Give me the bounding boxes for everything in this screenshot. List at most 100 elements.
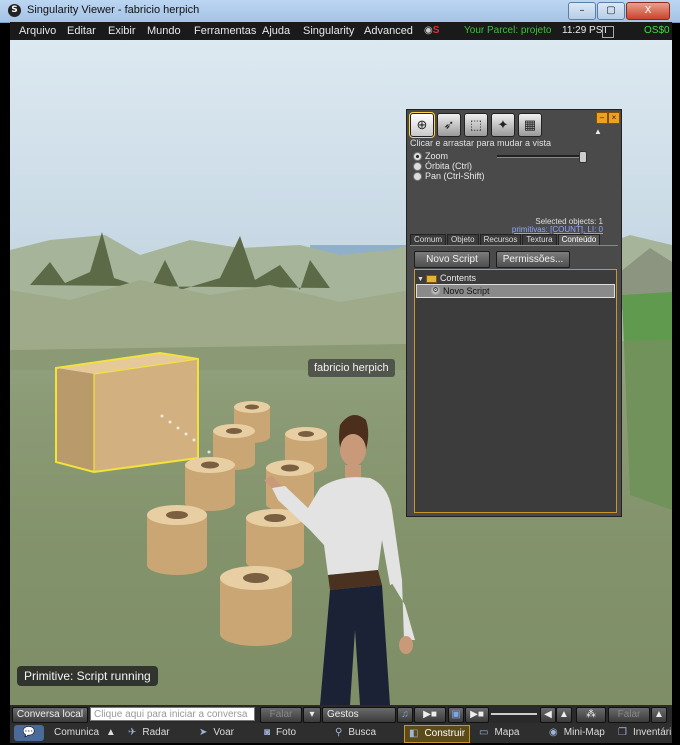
edit-tool-icon[interactable]: ⬚ xyxy=(464,113,488,137)
tree-item-new-script[interactable]: ⚙ Novo Script xyxy=(416,284,615,298)
tab-recursos[interactable]: Recursos xyxy=(479,234,522,245)
search-icon: ⚲ xyxy=(335,727,343,738)
cylinder[interactable] xyxy=(147,505,207,575)
tab-objeto[interactable]: Objeto xyxy=(447,234,479,245)
build-tabs: Comum Objeto Recursos Textura Conteúdo xyxy=(410,234,601,245)
selected-cube[interactable] xyxy=(55,351,199,474)
foto-label: Foto xyxy=(276,727,297,738)
toolbar-comunica[interactable]: Comunica ▲ xyxy=(54,725,116,741)
build-icon: ◧ xyxy=(409,728,419,739)
balance-value[interactable]: OS$0 xyxy=(644,25,670,36)
speak-voice-button[interactable]: Falar xyxy=(608,707,650,723)
pan-label: Pan (Ctrl-Shift) xyxy=(425,171,485,181)
minimap-icon: ◉ xyxy=(549,727,558,738)
tab-textura[interactable]: Textura xyxy=(522,234,557,245)
menu-arquivo[interactable]: Arquivo xyxy=(19,25,56,37)
mapa-label: Mapa xyxy=(494,727,520,738)
status-toast: Primitive: Script running xyxy=(17,666,158,686)
construir-label: Construir xyxy=(424,728,466,739)
toolbar-radar[interactable]: ✈ Radar xyxy=(128,725,170,741)
tree-item-label: Novo Script xyxy=(443,286,490,296)
menu-ferramentas[interactable]: Ferramentas xyxy=(194,25,256,37)
toolbar-mini-map[interactable]: ◉ Mini-Map xyxy=(549,725,605,741)
create-tool-icon[interactable]: ✦ xyxy=(491,113,515,137)
minimize-button[interactable]: – xyxy=(568,2,596,20)
cylinder[interactable] xyxy=(185,457,235,511)
toolbar-inventario[interactable]: ❐ Inventári xyxy=(618,725,671,741)
tab-divider xyxy=(410,245,618,246)
menu-singularity[interactable]: Singularity xyxy=(303,25,354,37)
inventory-icon: ❐ xyxy=(618,727,627,738)
menu-mundo[interactable]: Mundo xyxy=(147,25,181,37)
media-controls[interactable]: ▶■ xyxy=(465,707,489,723)
toolbar-foto[interactable]: ◙ Foto xyxy=(264,725,296,741)
folder-icon xyxy=(425,274,437,283)
contents-folder-label: Contents xyxy=(439,273,476,283)
parcel-name[interactable]: Your Parcel: projeto xyxy=(464,25,551,36)
expand-arrow-icon[interactable]: ▼ xyxy=(417,276,424,283)
mini-map-label: Mini-Map xyxy=(563,727,605,738)
tab-conteudo[interactable]: Conteúdo xyxy=(557,234,601,245)
chat-bar: Conversa local Clique aqui para iniciar … xyxy=(10,705,672,723)
voice-expand-icon[interactable]: ▲ xyxy=(651,707,667,723)
land-tool-icon[interactable]: ▦ xyxy=(518,113,542,137)
menu-advanced[interactable]: Advanced xyxy=(364,25,413,37)
singularity-logo-icon: S xyxy=(8,4,21,17)
voice-icon[interactable]: ⁂ xyxy=(576,707,606,723)
new-script-button[interactable]: Novo Script xyxy=(414,251,490,268)
voar-label: Voar xyxy=(213,727,234,738)
collapse-arrow-icon[interactable]: ▲ xyxy=(594,127,602,136)
lock-icon[interactable] xyxy=(602,26,614,38)
close-button[interactable]: X xyxy=(626,2,670,20)
contents-tree[interactable]: ▼ Contents ⚙ Novo Script xyxy=(414,269,617,513)
volume-slider[interactable] xyxy=(491,713,537,715)
focus-tool-icon[interactable]: ⊕ xyxy=(409,112,435,138)
pan-radio[interactable] xyxy=(413,172,422,181)
toolbar-mapa[interactable]: ▭ Mapa xyxy=(479,725,519,741)
move-tool-icon[interactable]: ➶ xyxy=(437,113,461,137)
chat-input[interactable]: Clique aqui para iniciar a conversa xyxy=(90,707,255,721)
media-icon[interactable]: ▣ xyxy=(448,707,464,723)
music-icon[interactable]: ♫ xyxy=(397,707,413,723)
music-controls[interactable]: ▶■ xyxy=(414,707,446,723)
hint-text: Clicar e arrastar para mudar a vista xyxy=(410,138,552,148)
local-chat-button[interactable]: Conversa local xyxy=(12,707,88,723)
tab-comum[interactable]: Comum xyxy=(410,234,447,245)
gestures-dropdown[interactable]: Gestos xyxy=(322,707,396,723)
radar-label: Radar xyxy=(142,727,170,738)
menu-ajuda[interactable]: Ajuda xyxy=(262,25,290,37)
menu-bar: Arquivo Editar Exibir Mundo Ferramentas … xyxy=(10,22,672,40)
toolbar-busca[interactable]: ⚲ Busca xyxy=(335,725,376,741)
volume-icon[interactable]: ◀ xyxy=(540,707,556,723)
toolbar-voar[interactable]: ➤ Voar xyxy=(199,725,234,741)
map-icon: ▭ xyxy=(479,727,489,738)
minimize-floater-button[interactable]: – xyxy=(596,112,608,124)
speak-button[interactable]: Falar xyxy=(260,707,302,723)
voice-status-icon[interactable]: ◉S xyxy=(424,25,439,36)
comunica-label: Comunica xyxy=(54,727,100,738)
zoom-slider[interactable] xyxy=(497,151,587,163)
speak-dropdown-icon[interactable]: ▾ xyxy=(303,707,321,723)
zoom-slider-thumb[interactable] xyxy=(579,151,587,163)
menu-editar[interactable]: Editar xyxy=(67,25,96,37)
permissions-button[interactable]: Permissões... xyxy=(496,251,570,268)
camera-icon: ◙ xyxy=(264,727,271,738)
script-icon: ⚙ xyxy=(431,286,440,295)
contents-folder[interactable]: ▼ Contents xyxy=(417,273,476,283)
cylinder[interactable] xyxy=(220,566,292,646)
menu-exibir[interactable]: Exibir xyxy=(108,25,136,37)
toolbar-construir[interactable]: ◧ Construir xyxy=(404,725,471,743)
zoom-radio[interactable] xyxy=(413,152,422,161)
inventario-label: Inventári xyxy=(632,727,672,738)
orbit-radio[interactable] xyxy=(413,162,422,171)
primitives-link[interactable]: primitivas: [COUNT], LI: 0 xyxy=(512,225,603,234)
window-titlebar: S Singularity Viewer - fabricio herpich … xyxy=(0,0,680,23)
close-floater-button[interactable]: × xyxy=(608,112,620,124)
cylinder[interactable] xyxy=(246,509,304,571)
bottom-toolbar: 💬 Comunica ▲ ✈ Radar ➤ Voar ◙ Foto ⚲ Busca ◧… xyxy=(10,723,672,743)
chat-bubble-icon[interactable]: 💬 xyxy=(14,725,44,741)
maximize-button[interactable]: ▢ xyxy=(597,2,625,20)
expand-up-icon[interactable]: ▲ xyxy=(556,707,572,723)
radar-icon: ✈ xyxy=(128,727,137,738)
comunica-arrow-icon[interactable]: ▲ xyxy=(106,727,116,738)
